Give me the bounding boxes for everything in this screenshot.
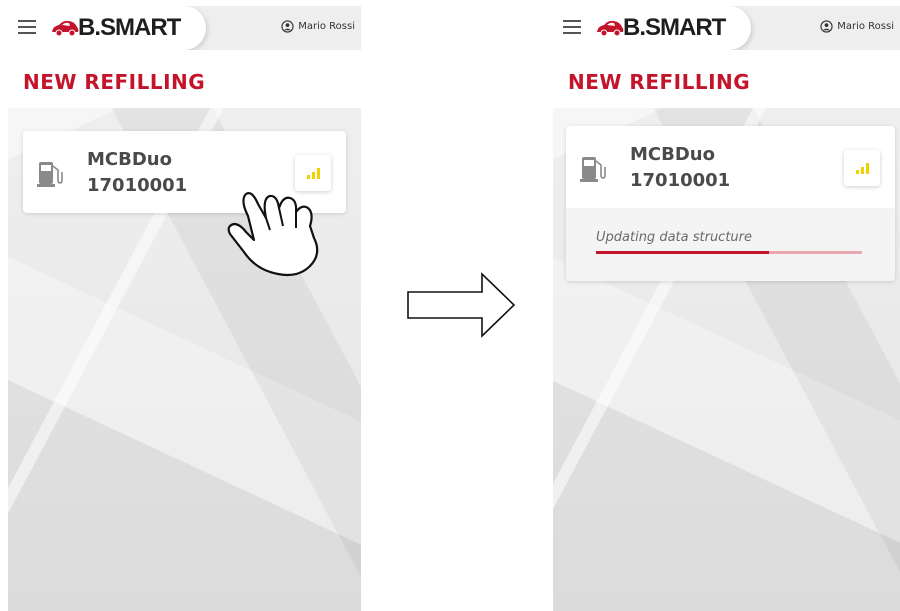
tap-hand-icon — [227, 192, 319, 277]
brand-logo: B.SMART — [595, 14, 726, 41]
user-name: Mario Rossi — [298, 21, 355, 32]
user-circle-icon — [820, 20, 833, 33]
update-progress-fill — [596, 251, 769, 254]
screen-before: B.SMART Mario Rossi NEW REFILLING MCBDuo… — [8, 6, 361, 611]
user-name: Mario Rossi — [837, 21, 894, 32]
brand-name: B.SMART — [78, 14, 181, 41]
screen-after: B.SMART Mario Rossi NEW REFILLING MCBDuo… — [553, 6, 900, 611]
hamburger-menu-icon[interactable] — [18, 20, 36, 34]
fuel-pump-icon — [580, 157, 606, 182]
brand-name: B.SMART — [623, 14, 726, 41]
device-card-header: MCBDuo 17010001 — [566, 126, 895, 208]
car-logo-icon — [597, 20, 624, 37]
page-header: NEW REFILLING — [553, 50, 900, 108]
update-progress-bar — [596, 251, 862, 254]
top-bar: B.SMART Mario Rossi — [553, 6, 900, 50]
device-card-updating[interactable]: MCBDuo 17010001 Updating data structure — [566, 126, 895, 281]
device-serial: 17010001 — [630, 170, 731, 191]
signal-strength-icon — [306, 168, 320, 179]
user-circle-icon — [281, 20, 294, 33]
page-header: NEW REFILLING — [8, 50, 361, 108]
signal-button[interactable] — [844, 150, 880, 186]
top-bar: B.SMART Mario Rossi — [8, 6, 361, 50]
page-title: NEW REFILLING — [23, 70, 206, 94]
page-title: NEW REFILLING — [568, 70, 751, 94]
device-model: MCBDuo — [87, 149, 172, 170]
hamburger-menu-icon[interactable] — [563, 20, 581, 34]
device-serial: 17010001 — [87, 175, 188, 196]
update-status-text: Updating data structure — [596, 230, 753, 245]
signal-strength-icon — [855, 163, 869, 174]
device-model: MCBDuo — [630, 144, 715, 165]
brand-logo: B.SMART — [50, 14, 181, 41]
user-menu[interactable]: Mario Rossi — [281, 20, 355, 33]
car-logo-icon — [52, 20, 79, 37]
logo-tab: B.SMART — [8, 6, 206, 50]
logo-tab: B.SMART — [553, 6, 751, 50]
user-menu[interactable]: Mario Rossi — [820, 20, 894, 33]
right-arrow-icon — [407, 272, 516, 338]
fuel-pump-icon — [37, 162, 63, 187]
